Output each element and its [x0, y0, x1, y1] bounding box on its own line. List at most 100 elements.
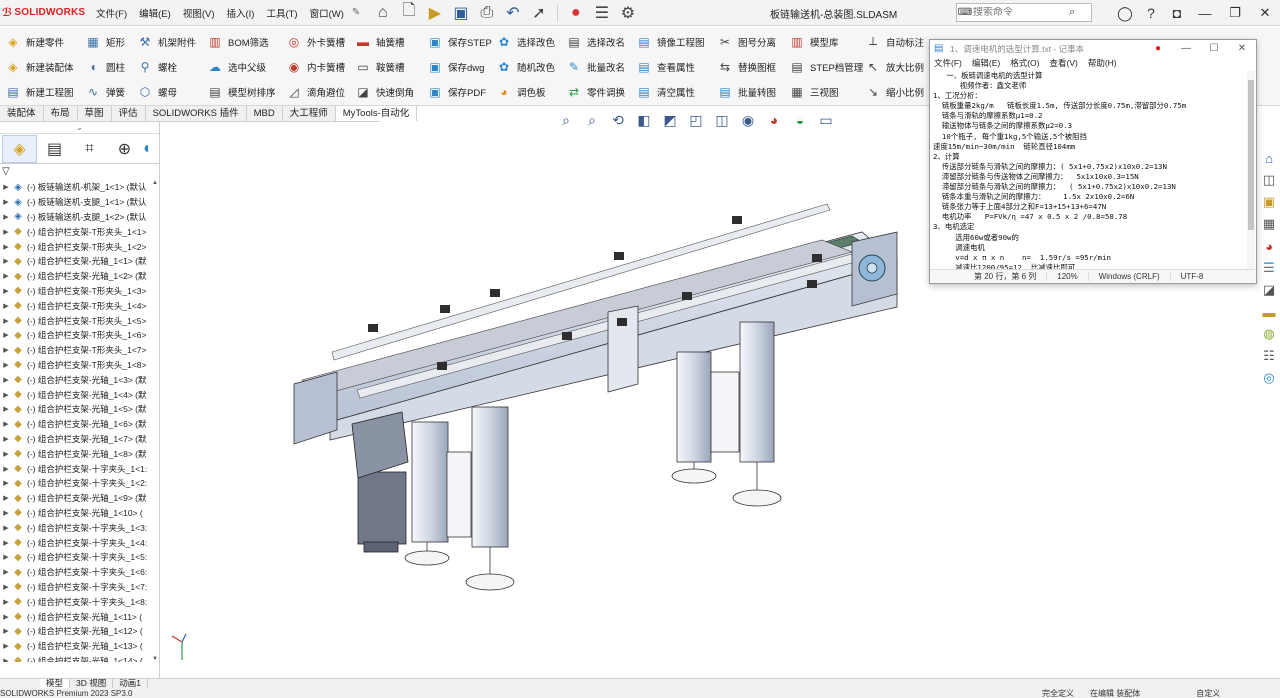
expand-arrow-icon[interactable]: ▶ — [0, 213, 12, 221]
part-swap-button[interactable]: ⇄ 零件调换 — [567, 79, 625, 104]
expand-arrow-icon[interactable]: ▶ — [0, 420, 12, 428]
pin-icon[interactable]: ✎ — [352, 7, 362, 19]
expand-arrow-icon[interactable]: ▶ — [0, 509, 12, 517]
batch-convert-button[interactable]: ▤ 批量转图 — [718, 79, 776, 104]
expand-arrow-icon[interactable]: ▶ — [0, 465, 12, 473]
scale-down-button[interactable]: ↘ 缩小比例 — [866, 79, 924, 104]
notepad-menu-file[interactable]: 文件(F) — [934, 57, 962, 69]
scroll-down-icon[interactable]: ▼ — [151, 656, 159, 662]
tree-item[interactable]: ▶ ◆ (-) 组合护栏支架-光轴_1<13> ( — [0, 639, 160, 654]
expand-arrow-icon[interactable]: ▶ — [0, 287, 12, 295]
notepad-close-icon[interactable]: ✕ — [1228, 40, 1256, 57]
tree-item[interactable]: ▶ ◆ (-) 组合护栏支架-T形夹头_1<5> — [0, 313, 160, 328]
solidworks-resources-icon[interactable]: ⌂ — [1259, 148, 1279, 168]
expand-arrow-icon[interactable]: ▶ — [0, 450, 12, 458]
model-library-button[interactable]: ▥ 模型库 — [790, 29, 863, 54]
tree-item[interactable]: ▶ ◆ (-) 组合护栏支架-光轴_1<3> (默 — [0, 372, 160, 387]
notepad-menu-help[interactable]: 帮助(H) — [1088, 57, 1117, 69]
notepad-menu-edit[interactable]: 编辑(E) — [972, 57, 1000, 69]
scale-up-button[interactable]: ↖ 放大比例 — [866, 54, 924, 79]
expand-arrow-icon[interactable]: ▶ — [0, 568, 12, 576]
expand-arrow-icon[interactable]: ▶ — [0, 198, 12, 206]
search-commands[interactable]: ⌨ ⌕ — [956, 3, 1092, 22]
file-explorer-icon[interactable]: ▣ — [1259, 192, 1279, 212]
tab-3d-views[interactable]: 3D 视图 — [70, 679, 114, 688]
menu-insert[interactable]: 插入(I) — [220, 6, 260, 20]
tree-item[interactable]: ▶ ◈ (-) 板链输送机-支腿_1<2> (默认 — [0, 210, 160, 225]
quick-chamfer-button[interactable]: ◪ 快速倒角 — [356, 79, 414, 104]
undo-icon[interactable]: ↶ — [502, 2, 524, 24]
tree-item[interactable]: ▶ ◆ (-) 组合护栏支架-十字夹头_1<3: — [0, 520, 160, 535]
forum-icon[interactable]: ◪ — [1259, 280, 1279, 300]
notepad-title-bar[interactable]: ▤ 1、调速电机的选型计算.txt - 记事本 ● — ☐ ✕ — [930, 40, 1256, 57]
select-cursor-icon[interactable]: ➚ — [528, 2, 550, 24]
tree-item[interactable]: ▶ ◆ (-) 组合护栏支架-光轴_1<5> (默 — [0, 402, 160, 417]
save-dwg-button[interactable]: ▣ 保存dwg — [428, 54, 492, 79]
save-step-button[interactable]: ▣ 保存STEP — [428, 29, 491, 54]
expand-arrow-icon[interactable]: ▶ — [0, 243, 12, 251]
mirror-drawing-button[interactable]: ▤ 镜像工程图 — [637, 29, 704, 54]
expand-arrow-icon[interactable]: ▶ — [0, 346, 12, 354]
expand-arrow-icon[interactable]: ▶ — [0, 331, 12, 339]
replace-frame-button[interactable]: ⇆ 替换图框 — [718, 54, 776, 79]
expand-arrow-icon[interactable]: ▶ — [0, 539, 12, 547]
toolbox-icon[interactable]: ◍ — [1259, 324, 1279, 344]
expand-arrow-icon[interactable]: ▶ — [0, 405, 12, 413]
tab-sketch[interactable]: 草图 — [78, 106, 112, 121]
expand-arrow-icon[interactable]: ▶ — [0, 494, 12, 502]
expand-arrow-icon[interactable]: ▶ — [0, 583, 12, 591]
cylinder-button[interactable]: ◖ 圆柱 — [86, 54, 125, 79]
search-icon[interactable]: ⌕ — [1069, 6, 1075, 19]
tree-item[interactable]: ▶ ◆ (-) 组合护栏支架-十字夹头_1<1: — [0, 461, 160, 476]
expand-arrow-icon[interactable]: ▶ — [0, 183, 12, 191]
tree-item[interactable]: ▶ ◆ (-) 组合护栏支架-T形夹头_1<6> — [0, 328, 160, 343]
search-input[interactable] — [973, 7, 1069, 18]
notepad-menu-format[interactable]: 格式(O) — [1010, 57, 1039, 69]
expand-arrow-icon[interactable]: ▶ — [0, 391, 12, 399]
user-icon[interactable]: ◯ — [1112, 5, 1138, 22]
notepad-minimize-icon[interactable]: — — [1172, 40, 1200, 57]
tree-item[interactable]: ▶ ◆ (-) 组合护栏支架-十字夹头_1<5: — [0, 550, 160, 565]
menu-window[interactable]: 窗口(W) — [304, 6, 350, 20]
dynamic-annotation-icon[interactable]: ◩ — [660, 110, 680, 130]
three-view-button[interactable]: ▦ 三视图 — [790, 79, 863, 104]
home-icon[interactable]: ⌂ — [372, 2, 394, 24]
configuration-tab-icon[interactable]: ⌗ — [72, 135, 107, 163]
tree-sort-button[interactable]: ▤ 模型树排序 — [208, 79, 275, 104]
nut-button[interactable]: ⬡ 螺母 — [138, 79, 196, 104]
notepad-window[interactable]: ▤ 1、调速电机的选型计算.txt - 记事本 ● — ☐ ✕ 文件(F) 编辑… — [929, 39, 1257, 284]
notepad-scrollbar[interactable] — [1247, 70, 1255, 270]
tree-item[interactable]: ▶ ◆ (-) 组合护栏支架-光轴_1<14> ( — [0, 654, 160, 662]
panel-grip-icon[interactable]: ⌄ — [0, 122, 159, 134]
new-drawing-button[interactable]: ▤ 新建工程图 — [6, 79, 73, 104]
options-gear-icon[interactable]: ⚙ — [617, 2, 639, 24]
dimxpert-tab-icon[interactable]: ⊕ — [107, 135, 142, 163]
tab-evaluate[interactable]: 评估 — [112, 106, 146, 121]
zoom-to-fit-icon[interactable]: ⌕ — [556, 110, 576, 130]
new-assembly-button[interactable]: ◈ 新建装配体 — [6, 54, 73, 79]
random-recolor-button[interactable]: ✿ 随机改色 — [497, 54, 555, 79]
tree-item[interactable]: ▶ ◆ (-) 组合护栏支架-光轴_1<6> (默 — [0, 417, 160, 432]
tree-item[interactable]: ▶ ◆ (-) 组合护栏支架-T形夹头_1<8> — [0, 358, 160, 373]
tail-bearing-hub[interactable] — [866, 262, 878, 274]
expand-arrow-icon[interactable]: ▶ — [0, 435, 12, 443]
select-rename-button[interactable]: ▤ 选择改名 — [567, 29, 625, 54]
expand-arrow-icon[interactable]: ▶ — [0, 598, 12, 606]
close-icon[interactable]: ✕ — [1250, 5, 1280, 21]
shaft-groove-button[interactable]: ▬ 轴簧槽 — [356, 29, 414, 54]
tree-item[interactable]: ▶ ◆ (-) 组合护栏支架-光轴_1<4> (默 — [0, 387, 160, 402]
clear-properties-button[interactable]: ▤ 清空属性 — [637, 79, 705, 104]
tree-item[interactable]: ▶ ◆ (-) 组合护栏支架-十字夹头_1<7: — [0, 580, 160, 595]
tree-item[interactable]: ▶ ◆ (-) 组合护栏支架-光轴_1<10> ( — [0, 506, 160, 521]
drawing-number-split-button[interactable]: ✂ 图号分离 — [718, 29, 776, 54]
notepad-menu-view[interactable]: 查看(V) — [1049, 57, 1077, 69]
tree-item[interactable]: ▶ ◆ (-) 组合护栏支架-T形夹头_1<2> — [0, 239, 160, 254]
tree-item[interactable]: ▶ ◈ (-) 板链输送机-支腿_1<1> (默认 — [0, 195, 160, 210]
tree-item[interactable]: ▶ ◆ (-) 组合护栏支架-T形夹头_1<1> — [0, 224, 160, 239]
expand-arrow-icon[interactable]: ▶ — [0, 479, 12, 487]
tree-scrollbar[interactable]: ▲ ▼ — [151, 180, 159, 662]
tree-item[interactable]: ▶ ◆ (-) 组合护栏支架-T形夹头_1<7> — [0, 343, 160, 358]
edit-appearance-icon[interactable]: ◕ — [764, 110, 784, 130]
tab-assembly[interactable]: 装配体 — [0, 106, 44, 121]
folder-icon[interactable]: ▬ — [1259, 302, 1279, 322]
